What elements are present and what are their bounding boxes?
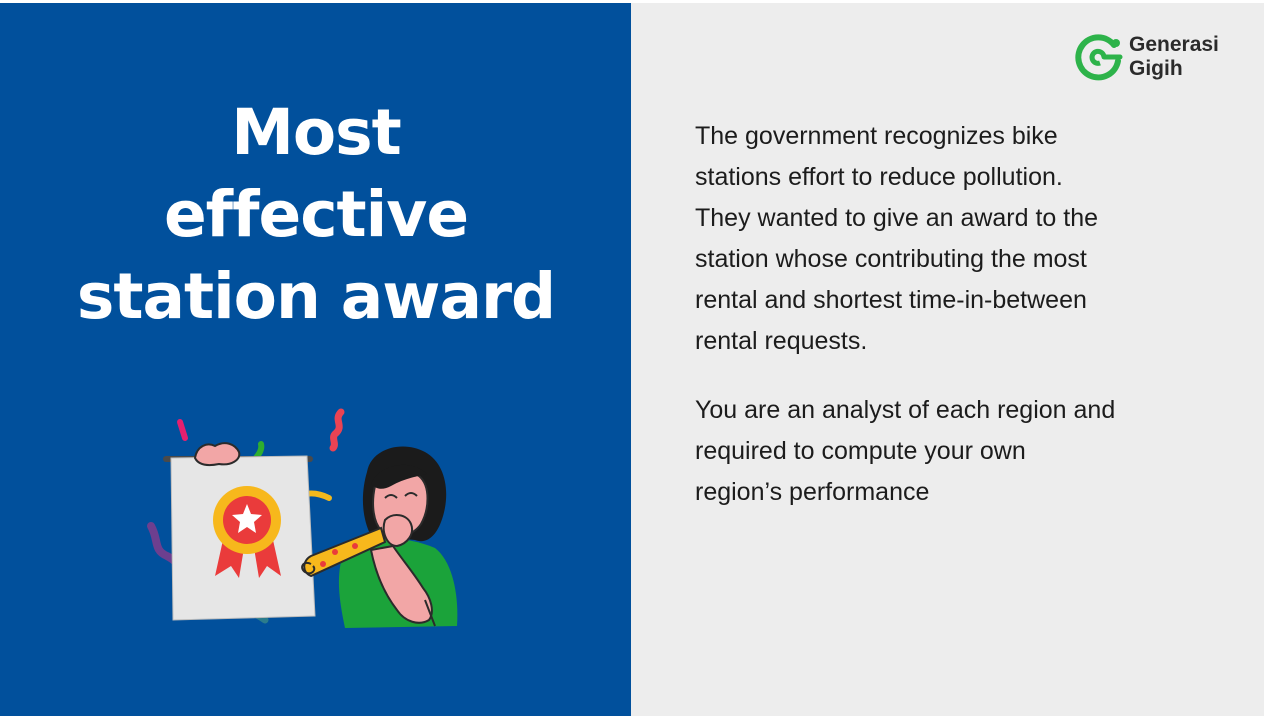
paragraph-1-line-5: rental and shortest time-in-between xyxy=(695,286,1087,314)
confetti-pink xyxy=(177,419,188,441)
paragraph-1: The government recognizes bike stations … xyxy=(695,116,1225,362)
paragraph-1-line-3: They wanted to give an award to the xyxy=(695,204,1099,232)
generasi-gigih-logo-icon xyxy=(1075,34,1123,81)
logo-line-1: Generasi xyxy=(1129,33,1219,56)
title-line-2: effective xyxy=(163,178,469,251)
slide-title: Most effective station award xyxy=(20,92,612,338)
hand-left xyxy=(193,442,241,467)
title-line-3: station award xyxy=(76,260,556,333)
paragraph-2: You are an analyst of each region and re… xyxy=(695,390,1225,513)
paragraph-1-line-6: rental requests. xyxy=(695,327,868,355)
award-illustration xyxy=(147,408,458,628)
paragraph-1-line-4: station whose contributing the most xyxy=(695,245,1087,273)
confetti-red xyxy=(329,408,345,452)
generasi-gigih-logo: Generasi Gigih xyxy=(1074,31,1244,85)
logo-line-2: Gigih xyxy=(1129,57,1183,80)
body-text: The government recognizes bike stations … xyxy=(695,116,1225,513)
title-line-1: Most xyxy=(231,96,402,169)
paragraph-2-line-2: required to compute your own xyxy=(695,437,1026,465)
logo-text: Generasi Gigih xyxy=(1129,33,1219,81)
paragraph-1-line-1: The government recognizes bike xyxy=(695,122,1058,150)
paragraph-2-line-3: region’s performance xyxy=(695,478,930,506)
paragraph-2-line-1: You are an analyst of each region and xyxy=(695,396,1116,424)
slide: Most effective station award Generasi Gi… xyxy=(0,0,1264,716)
woman-figure xyxy=(301,446,458,628)
paragraph-1-line-2: stations effort to reduce pollution. xyxy=(695,163,1063,191)
